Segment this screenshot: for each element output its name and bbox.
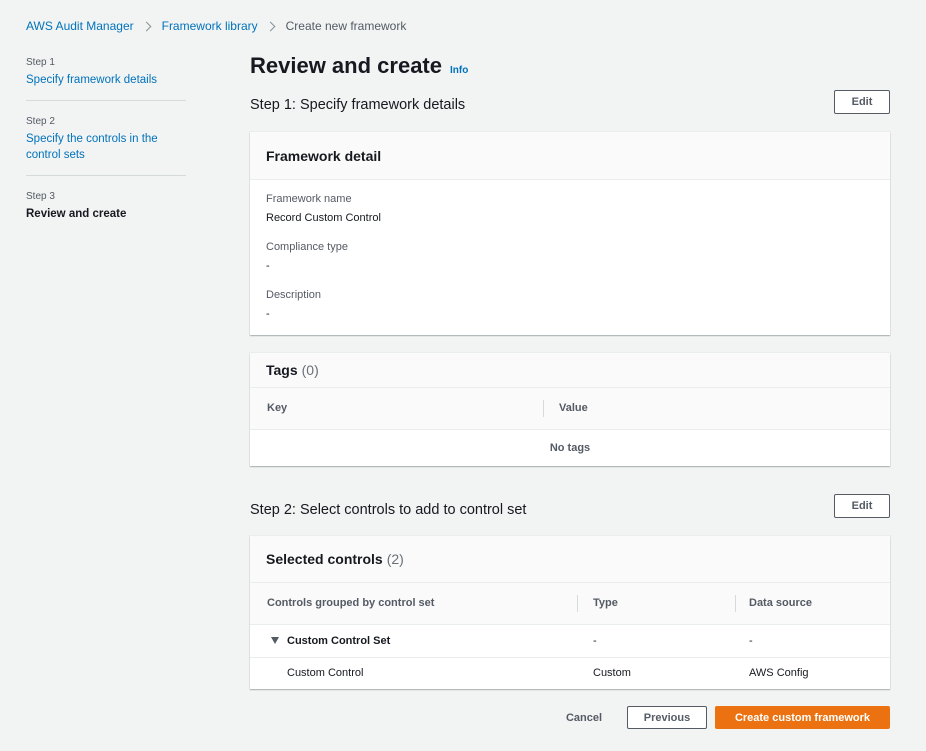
table-row: Custom Control Custom AWS Config xyxy=(250,656,890,689)
empty-state: No tags xyxy=(250,428,890,466)
tags-count: (0) xyxy=(301,362,319,378)
tags-container: Tags (0) Key Value No tags xyxy=(250,353,890,466)
control-name: Custom Control xyxy=(250,656,577,689)
selected-controls-container: Selected controls (2) Controls grouped b… xyxy=(250,536,890,689)
step-link-framework-details[interactable]: Specify framework details xyxy=(26,72,186,88)
column-header-control-set: Controls grouped by control set xyxy=(250,583,577,624)
breadcrumb-audit-manager[interactable]: AWS Audit Manager xyxy=(26,19,134,33)
framework-fields: Framework name Record Custom Control Com… xyxy=(250,180,890,328)
field-compliance-type: Compliance type - xyxy=(266,240,874,288)
column-divider xyxy=(543,400,544,417)
step-number: Step 2 xyxy=(26,116,55,127)
column-header-type: Type xyxy=(577,583,735,624)
step1-heading: Step 1: Specify framework details xyxy=(250,97,466,113)
wizard-steps: Step 1 Specify framework details Step 2 … xyxy=(26,56,186,234)
selected-controls-header: Selected controls (2) xyxy=(250,536,890,583)
group-source: - xyxy=(735,623,890,657)
group-name: Custom Control Set xyxy=(287,634,391,647)
column-header-key: Key xyxy=(250,388,543,429)
field-key: Description xyxy=(266,289,322,301)
group-cell[interactable]: Custom Control Set xyxy=(250,623,577,657)
tags-title: Tags xyxy=(266,362,298,378)
selected-controls-title: Selected controls xyxy=(266,551,383,567)
column-header-label: Value xyxy=(559,402,588,415)
group-type: - xyxy=(577,623,735,657)
breadcrumb: AWS Audit Manager Framework library Crea… xyxy=(26,19,406,33)
caret-down-icon[interactable] xyxy=(271,637,279,645)
edit-step2-button[interactable]: Edit xyxy=(834,494,890,518)
tags-table: Key Value No tags xyxy=(250,388,890,466)
framework-detail-title: Framework detail xyxy=(266,147,382,164)
chevron-right-icon xyxy=(141,21,152,31)
selected-controls-table: Controls grouped by control set Type Dat… xyxy=(250,583,890,689)
page-title: Review and create Info xyxy=(250,53,468,79)
table-row-group[interactable]: Custom Control Set - - xyxy=(250,623,890,657)
step-link-controls[interactable]: Specify the controls in the control sets xyxy=(26,131,186,163)
column-header-label: Data source xyxy=(749,597,812,610)
create-framework-button[interactable]: Create custom framework xyxy=(715,706,890,729)
field-key: Framework name xyxy=(266,193,352,205)
cancel-button[interactable]: Cancel xyxy=(556,706,612,729)
column-header-label: Controls grouped by control set xyxy=(267,597,435,610)
edit-step1-button[interactable]: Edit xyxy=(834,90,890,114)
column-header-label: Key xyxy=(267,402,288,415)
tags-header: Tags (0) xyxy=(250,353,890,388)
wizard-step-2: Step 2 Specify the controls in the contr… xyxy=(26,100,186,175)
field-value: Record Custom Control xyxy=(266,212,381,224)
chevron-right-icon xyxy=(265,21,276,31)
step-number: Step 1 xyxy=(26,57,55,68)
review-and-create-page: AWS Audit Manager Framework library Crea… xyxy=(0,0,926,751)
breadcrumb-framework-library[interactable]: Framework library xyxy=(162,19,258,33)
framework-detail-header: Framework detail xyxy=(250,132,890,180)
column-divider xyxy=(735,595,736,612)
control-source: AWS Config xyxy=(735,656,890,689)
column-header-data-source: Data source xyxy=(735,583,890,624)
column-header-label: Type xyxy=(593,597,618,610)
field-framework-name: Framework name Record Custom Control xyxy=(266,192,874,240)
column-divider xyxy=(577,595,578,612)
breadcrumb-current: Create new framework xyxy=(285,19,407,33)
selected-controls-count: (2) xyxy=(386,551,404,567)
field-key: Compliance type xyxy=(266,241,348,253)
control-type: Custom xyxy=(577,656,735,689)
step-number: Step 3 xyxy=(26,191,55,202)
info-link[interactable]: Info xyxy=(450,65,468,76)
field-value: - xyxy=(266,260,270,272)
page-title-text: Review and create xyxy=(250,53,442,78)
column-header-value: Value xyxy=(543,388,890,429)
field-description: Description - xyxy=(266,288,874,328)
field-value: - xyxy=(266,308,270,320)
wizard-step-1: Step 1 Specify framework details xyxy=(26,56,186,100)
wizard-step-3: Step 3 Review and create xyxy=(26,175,186,234)
previous-button[interactable]: Previous xyxy=(627,706,707,729)
step-current-review: Review and create xyxy=(26,208,127,220)
step2-heading: Step 2: Select controls to add to contro… xyxy=(250,502,527,518)
framework-detail-container: Framework detail Framework name Record C… xyxy=(250,132,890,335)
